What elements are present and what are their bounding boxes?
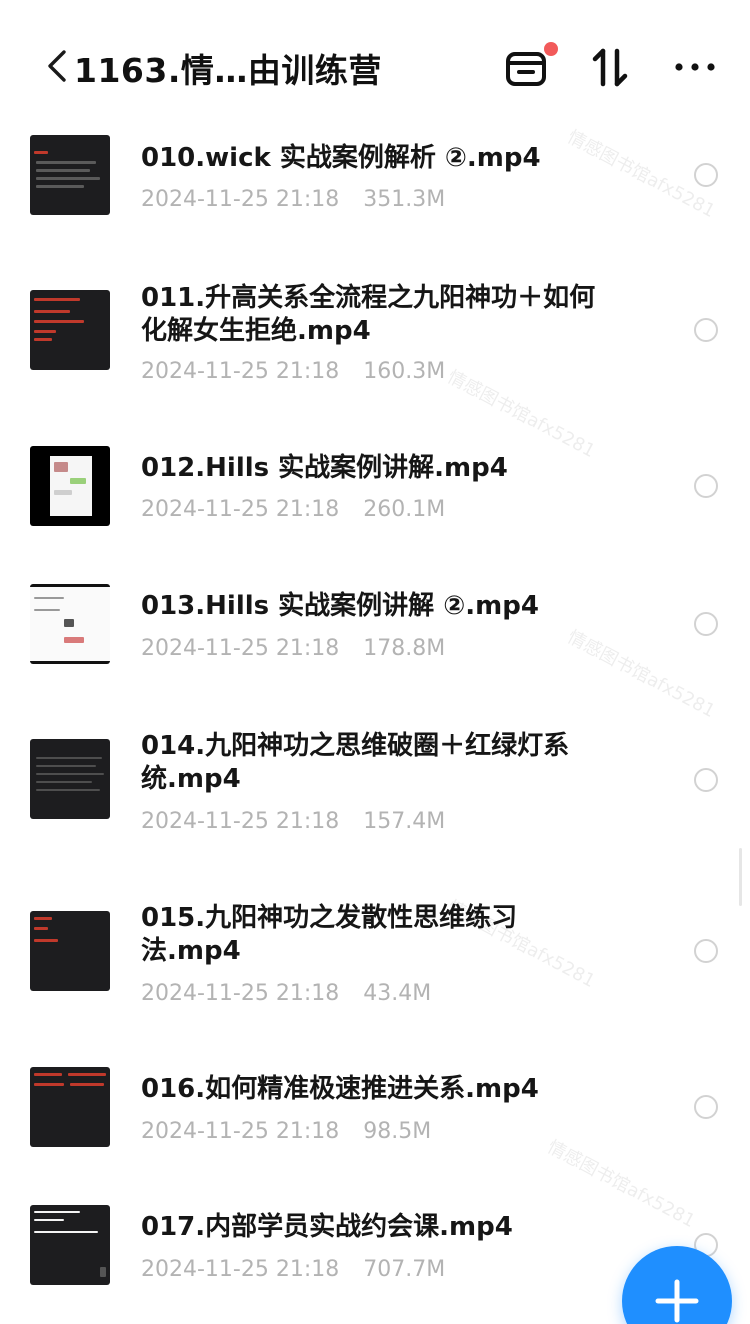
file-name: 017.内部学员实战约会课.mp4 [141, 1212, 513, 1242]
file-size: 178.8M [363, 636, 446, 661]
scrollbar[interactable] [739, 848, 742, 906]
select-radio[interactable] [694, 474, 718, 498]
file-size: 160.3M [363, 359, 446, 384]
video-thumbnail [30, 446, 110, 526]
file-name: 011.升高关系全流程之九阳神功＋如何化解女生拒绝.mp4 [141, 283, 596, 346]
file-row[interactable]: 013.Hills 实战案例讲解 ②.mp4 2024-11-25 21:18 1… [0, 570, 750, 700]
file-meta: 2024-11-25 21:18 178.8M [141, 636, 445, 661]
file-date: 2024-11-25 21:18 [141, 981, 340, 1006]
tray-icon[interactable] [504, 46, 548, 88]
file-size: 351.3M [363, 187, 446, 212]
file-row[interactable]: 012.Hills 实战案例讲解.mp4 2024-11-25 21:18 260… [0, 430, 750, 560]
file-row[interactable]: 015.九阳神功之发散性思维练习法.mp4 2024-11-25 21:18 43… [0, 890, 750, 1030]
file-date: 2024-11-25 21:18 [141, 809, 340, 834]
file-meta: 2024-11-25 21:18 160.3M [141, 359, 445, 384]
video-thumbnail [30, 911, 110, 991]
file-meta: 2024-11-25 21:18 707.7M [141, 1257, 445, 1282]
video-thumbnail [30, 290, 110, 370]
notification-dot [544, 42, 558, 56]
file-date: 2024-11-25 21:18 [141, 1257, 340, 1282]
select-radio[interactable] [694, 939, 718, 963]
file-row[interactable]: 014.九阳神功之思维破圈＋红绿灯系统.mp4 2024-11-25 21:18… [0, 720, 750, 860]
folder-title: 1163.情…由训练营 [74, 51, 382, 90]
more-icon[interactable] [674, 56, 716, 78]
file-date: 2024-11-25 21:18 [141, 187, 340, 212]
select-radio[interactable] [694, 318, 718, 342]
file-size: 157.4M [363, 809, 446, 834]
select-radio[interactable] [694, 1095, 718, 1119]
file-name: 013.Hills 实战案例讲解 ②.mp4 [141, 591, 539, 621]
file-meta: 2024-11-25 21:18 43.4M [141, 981, 431, 1006]
file-name: 015.九阳神功之发散性思维练习法.mp4 [141, 903, 518, 966]
chevron-left-icon[interactable] [44, 48, 70, 84]
file-meta: 2024-11-25 21:18 157.4M [141, 809, 445, 834]
top-bar: 1163.情…由训练营 [0, 0, 750, 120]
video-thumbnail [30, 135, 110, 215]
file-meta: 2024-11-25 21:18 260.1M [141, 497, 445, 522]
plus-icon [655, 1279, 699, 1323]
file-meta: 2024-11-25 21:18 351.3M [141, 187, 445, 212]
file-size: 98.5M [363, 1119, 432, 1144]
select-radio[interactable] [694, 612, 718, 636]
file-name: 014.九阳神功之思维破圈＋红绿灯系统.mp4 [141, 731, 570, 794]
sort-icon[interactable] [590, 46, 630, 88]
file-row[interactable]: 011.升高关系全流程之九阳神功＋如何化解女生拒绝.mp4 2024-11-25… [0, 262, 750, 392]
file-date: 2024-11-25 21:18 [141, 636, 340, 661]
video-thumbnail [30, 1205, 110, 1285]
select-radio[interactable] [694, 768, 718, 792]
file-name: 012.Hills 实战案例讲解.mp4 [141, 453, 508, 483]
file-date: 2024-11-25 21:18 [141, 1119, 340, 1144]
file-size: 260.1M [363, 497, 446, 522]
file-size: 43.4M [363, 981, 432, 1006]
file-name: 016.如何精准极速推进关系.mp4 [141, 1074, 539, 1104]
file-row[interactable]: 010.wick 实战案例解析 ②.mp4 2024-11-25 21:18 35… [0, 125, 750, 255]
video-thumbnail [30, 584, 110, 664]
video-thumbnail [30, 739, 110, 819]
file-name: 010.wick 实战案例解析 ②.mp4 [141, 143, 541, 173]
select-radio[interactable] [694, 163, 718, 187]
file-date: 2024-11-25 21:18 [141, 359, 340, 384]
file-row[interactable]: 016.如何精准极速推进关系.mp4 2024-11-25 21:18 98.5M [0, 1050, 750, 1180]
video-thumbnail [30, 1067, 110, 1147]
file-size: 707.7M [363, 1257, 446, 1282]
file-meta: 2024-11-25 21:18 98.5M [141, 1119, 431, 1144]
file-date: 2024-11-25 21:18 [141, 497, 340, 522]
